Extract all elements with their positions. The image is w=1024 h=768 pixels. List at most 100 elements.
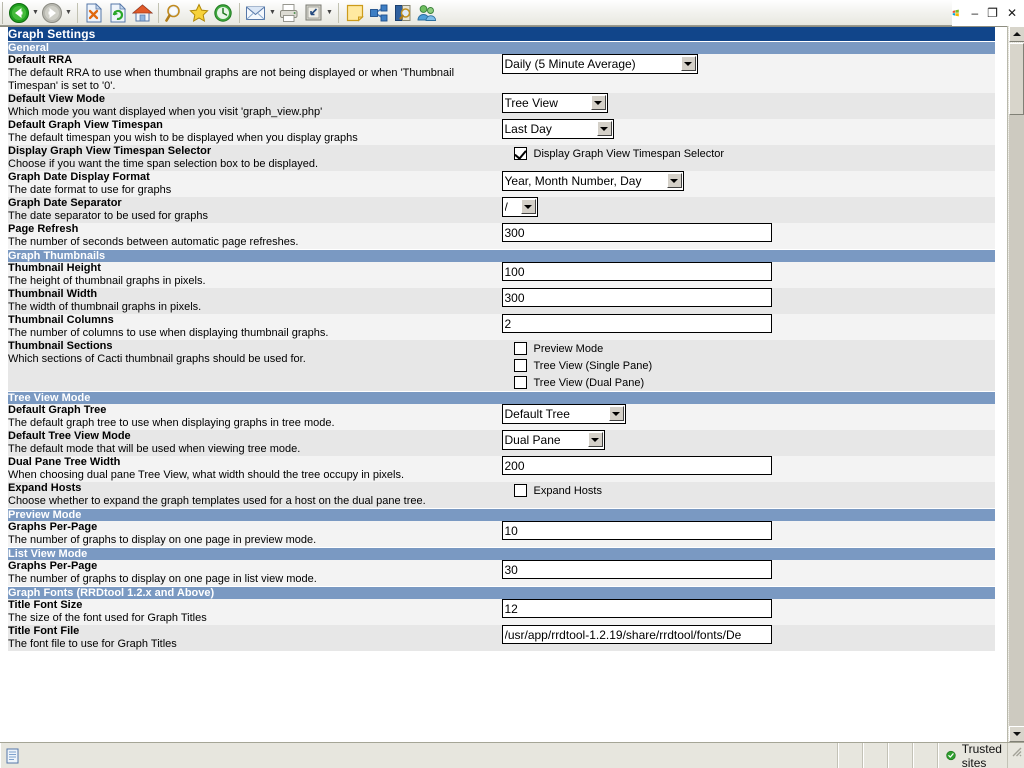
refresh-icon	[110, 2, 126, 22]
graph-date-display-format-select-wrapper: Year, Month Number, Day	[501, 171, 684, 191]
setting-control-cell	[501, 288, 996, 314]
setting-description: Which sections of Cacti thumbnail graphs…	[8, 353, 306, 365]
thumbnail-columns-input[interactable]	[501, 314, 772, 333]
setting-control-cell	[501, 314, 996, 340]
setting-description: Which mode you want displayed when you v…	[8, 106, 323, 118]
thumbnail-section-preview-mode-checkbox[interactable]	[513, 342, 527, 355]
setting-title: Display Graph View Timespan Selector	[8, 145, 212, 157]
section-header-graph-fonts: Graph Fonts (RRDtool 1.2.x and Above)	[8, 586, 995, 599]
vertical-scroll-thumb[interactable]	[1009, 43, 1024, 115]
page-refresh-input[interactable]	[501, 223, 772, 242]
scroll-up-button[interactable]	[1009, 26, 1024, 42]
section-header-row: Graph Fonts (RRDtool 1.2.x and Above)	[8, 586, 995, 599]
default-view-mode-select[interactable]: Tree View	[501, 93, 608, 113]
thumbnail-section-tree-view-dual-pane-checkbox[interactable]	[513, 376, 527, 389]
setting-description: Choose if you want the time span selecti…	[8, 158, 319, 170]
default-rra-select[interactable]: Daily (5 Minute Average)	[501, 54, 698, 74]
back-button[interactable]	[7, 1, 31, 25]
thumbnail-height-input[interactable]	[501, 262, 772, 281]
edit-button[interactable]	[301, 1, 325, 25]
setting-label-cell: Graphs Per-Page The number of graphs to d…	[8, 521, 502, 548]
setting-description: The number of columns to use when displa…	[8, 327, 329, 339]
status-message-cell	[0, 743, 838, 768]
research-button[interactable]	[391, 1, 415, 25]
browser-window: – ❐ ✕ Graph SettingsGeneralDefault RRATh…	[0, 0, 1024, 768]
expand-hosts-checkbox-row[interactable]: Expand Hosts	[502, 482, 996, 499]
title-font-file-input[interactable]	[501, 625, 772, 644]
setting-description: The default RRA to use when thumbnail gr…	[8, 67, 455, 92]
setting-description: When choosing dual pane Tree View, what …	[8, 469, 405, 481]
settings-table: Graph Settings General Default RRA The defa…	[8, 27, 995, 651]
list-view-graphs-per-page-input[interactable]	[501, 560, 772, 579]
restore-button[interactable]: ❐	[987, 6, 998, 20]
scroll-down-button[interactable]	[1009, 726, 1024, 742]
default-tree-view-mode-select[interactable]: Dual Pane	[501, 430, 605, 450]
setting-description: The number of graphs to display on one p…	[8, 573, 317, 585]
home-icon	[131, 3, 153, 21]
thumbnail-section-tree-view-dual-pane-checkbox-row[interactable]: Tree View (Dual Pane)	[502, 374, 996, 391]
share-nodes-icon	[370, 4, 388, 21]
mail-button[interactable]	[244, 1, 268, 25]
title-font-size-input[interactable]	[501, 599, 772, 618]
print-button[interactable]	[277, 1, 301, 25]
dual-pane-tree-width-input[interactable]	[501, 456, 772, 475]
default-graph-tree-select-wrapper: Default Tree	[501, 404, 626, 424]
back-dropdown-caret-icon[interactable]	[31, 1, 40, 25]
thumbnail-width-input[interactable]	[501, 288, 772, 307]
setting-label-cell: Default Tree View Mode The default mode t…	[8, 430, 502, 456]
scroll-down-arrow-icon	[1013, 732, 1021, 736]
thumbnail-section-preview-mode-checkbox-row[interactable]: Preview Mode	[502, 340, 996, 357]
setting-row: Title Font Size The size of the font used…	[8, 599, 995, 625]
notes-button[interactable]	[343, 1, 367, 25]
edit-dropdown-caret-icon[interactable]	[325, 1, 334, 25]
graph-date-display-format-select[interactable]: Year, Month Number, Day	[501, 171, 684, 191]
favorites-button[interactable]	[187, 1, 211, 25]
history-button[interactable]	[211, 1, 235, 25]
default-view-mode-select-wrapper: Tree View	[501, 93, 608, 113]
setting-control-cell: Tree View	[501, 93, 996, 119]
display-graph-view-timespan-selector-checkbox[interactable]	[513, 147, 527, 160]
scroll-track-lower[interactable]	[1009, 115, 1024, 726]
forward-dropdown-caret-icon[interactable]	[64, 1, 73, 25]
default-tree-view-mode-select-wrapper: Dual Pane	[501, 430, 605, 450]
toolbar-separator	[338, 2, 339, 23]
setting-description: The date format to use for graphs	[8, 184, 172, 196]
setting-title: Graph Date Separator	[8, 197, 122, 209]
setting-control-cell	[501, 223, 996, 250]
status-cell-3	[887, 743, 913, 768]
vertical-scrollbar[interactable]	[1007, 26, 1024, 742]
note-icon	[346, 4, 364, 22]
setting-row: Thumbnail Width The width of thumbnail gr…	[8, 288, 995, 314]
section-header-row: Tree View Mode	[8, 391, 995, 404]
security-zone-cell[interactable]: Trusted sites	[937, 742, 1008, 768]
default-graph-view-timespan-select[interactable]: Last Day	[501, 119, 614, 139]
thumbnail-section-tree-view-single-pane-checkbox[interactable]	[513, 359, 527, 372]
expand-hosts-checkbox[interactable]	[513, 484, 527, 497]
setting-title: Graph Date Display Format	[8, 171, 150, 183]
setting-label-cell: Thumbnail Sections Which sections of Cact…	[8, 340, 502, 392]
stop-button[interactable]	[82, 1, 106, 25]
setting-title: Graphs Per-Page	[8, 521, 98, 533]
close-button[interactable]: ✕	[1007, 6, 1017, 20]
messenger-button[interactable]	[367, 1, 391, 25]
setting-control-cell: /	[501, 197, 996, 223]
star-icon	[189, 2, 209, 22]
graph-date-separator-select[interactable]: /	[501, 197, 538, 217]
mail-dropdown-caret-icon[interactable]	[268, 1, 277, 25]
people-button[interactable]	[415, 1, 439, 25]
setting-label-cell: Display Graph View Timespan Selector Choo…	[8, 145, 502, 171]
display-graph-view-timespan-selector-checkbox-row[interactable]: Display Graph View Timespan Selector	[502, 145, 996, 162]
preview-graphs-per-page-input[interactable]	[501, 521, 772, 540]
setting-control-cell: Default Tree	[501, 404, 996, 430]
setting-row: Thumbnail Height The height of thumbnail …	[8, 262, 995, 288]
forward-button[interactable]	[40, 1, 64, 25]
home-button[interactable]	[130, 1, 154, 25]
resize-grip[interactable]	[1008, 743, 1024, 768]
thumbnail-section-tree-view-single-pane-checkbox-label: Tree View (Single Pane)	[533, 359, 653, 372]
search-button[interactable]	[163, 1, 187, 25]
refresh-button[interactable]	[106, 1, 130, 25]
thumbnail-section-tree-view-single-pane-checkbox-row[interactable]: Tree View (Single Pane)	[502, 357, 996, 374]
windows-logo-icon	[952, 9, 959, 16]
default-graph-tree-select[interactable]: Default Tree	[501, 404, 626, 424]
minimize-button[interactable]: –	[971, 6, 978, 20]
